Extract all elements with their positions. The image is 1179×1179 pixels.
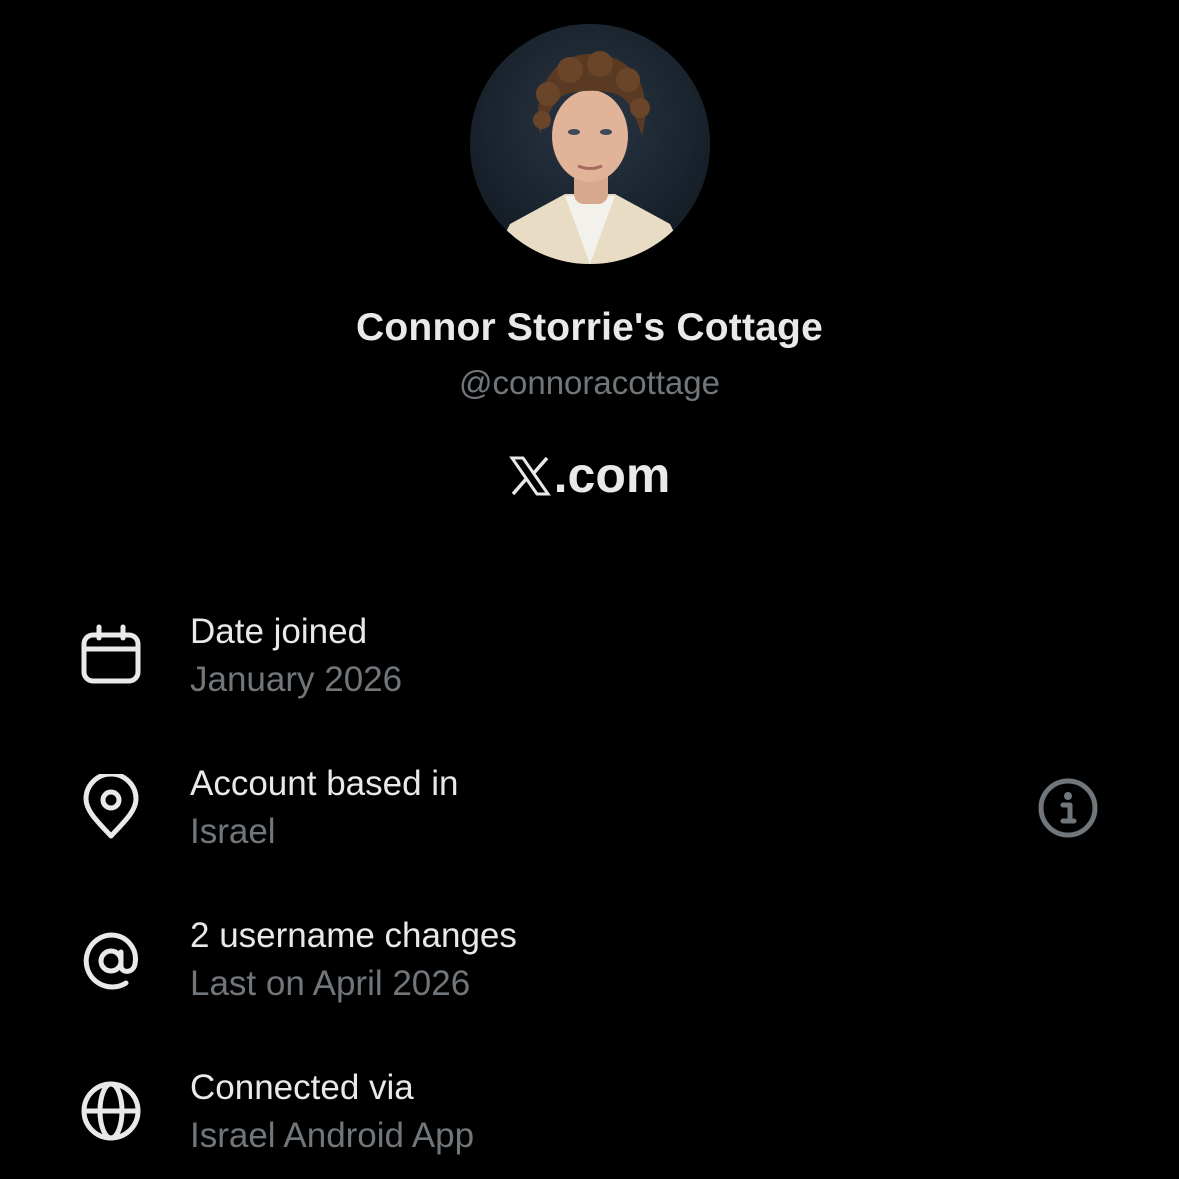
x-brand-suffix: .com [553, 447, 671, 503]
calendar-icon [78, 622, 144, 688]
display-name: Connor Storrie's Cottage [356, 306, 823, 349]
avatar-image [470, 24, 710, 264]
row-account-based-in: Account based in Israel [0, 764, 1179, 874]
row-connected-via: Connected via Israel Android App [0, 1068, 1179, 1178]
x-brand-title: .com [0, 446, 1179, 509]
username-changes-label: 2 username changes [190, 916, 517, 955]
username-handle: @connoracottage [458, 364, 720, 401]
account-based-value: Israel [190, 812, 276, 851]
globe-icon [78, 1078, 144, 1144]
at-sign-icon [78, 928, 144, 994]
info-icon[interactable] [1036, 776, 1100, 840]
location-pin-icon [78, 771, 144, 840]
username-changes-value: Last on April 2026 [190, 964, 471, 1003]
date-joined-value: January 2026 [190, 660, 403, 699]
date-joined-label: Date joined [190, 612, 368, 651]
row-date-joined: Date joined January 2026 [0, 612, 1179, 722]
x-logo-icon [508, 451, 551, 509]
connected-via-label: Connected via [190, 1068, 414, 1107]
account-based-label: Account based in [190, 764, 459, 803]
row-username-changes: 2 username changes Last on April 2026 [0, 916, 1179, 1026]
profile-avatar[interactable] [470, 24, 710, 264]
connected-via-value: Israel Android App [190, 1116, 475, 1155]
